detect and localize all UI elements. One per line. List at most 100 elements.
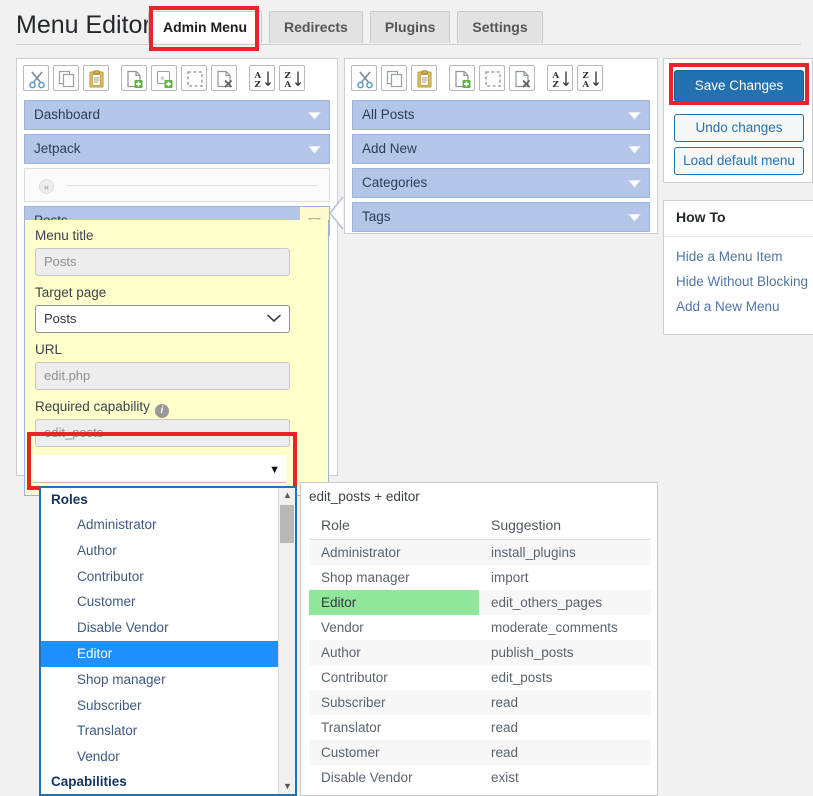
cell-suggestion: install_plugins [479, 540, 651, 566]
dropdown-scrollbar[interactable]: ▲ ▼ [278, 488, 295, 794]
submenu-item-label: All Posts [362, 101, 415, 129]
dropdown-caret-icon[interactable]: ▼ [269, 464, 280, 476]
cell-suggestion: edit_posts [479, 665, 651, 690]
cell-suggestion: exist [479, 765, 651, 790]
required-capability-input[interactable]: edit_posts [35, 419, 290, 447]
tab-admin-menu[interactable]: Admin Menu [148, 11, 262, 43]
dropdown-option[interactable]: Shop manager [41, 667, 281, 693]
paste-icon[interactable] [83, 65, 109, 91]
sort-descending-icon[interactable]: ZA [577, 65, 603, 91]
dropdown-option[interactable]: Administrator [41, 512, 281, 538]
menu-title-input[interactable]: Posts [35, 248, 290, 276]
submenu-item-categories[interactable]: Categories [352, 168, 650, 198]
menu-item-jetpack[interactable]: Jetpack [24, 134, 330, 164]
new-separator-icon[interactable]: « [151, 65, 177, 91]
table-row: Editoredit_others_pages [309, 590, 651, 615]
sort-ascending-icon[interactable]: AZ [249, 65, 275, 91]
svg-text:«: « [160, 74, 165, 83]
suggestions-title: edit_posts + editor [309, 489, 420, 504]
cell-suggestion: import [479, 565, 651, 590]
how-to-link[interactable]: Add a New Menu [676, 299, 780, 314]
cut-icon[interactable] [351, 65, 377, 91]
undo-changes-button[interactable]: Undo changes [674, 114, 804, 142]
submenu-toolbar: AZZA [351, 65, 607, 99]
actions-panel: Save Changes Undo changes Load default m… [663, 58, 813, 183]
separator-collapse-icon: « [39, 179, 54, 194]
new-menu-icon[interactable] [449, 65, 475, 91]
cell-role: Subscriber [309, 690, 479, 715]
submenu-item-toggle-icon[interactable] [620, 203, 649, 231]
cell-suggestion: publish_posts [479, 640, 651, 665]
save-changes-button[interactable]: Save Changes [674, 70, 804, 102]
sort-ascending-icon[interactable]: AZ [547, 65, 573, 91]
submenu-column-panel: AZZA All Posts Add New Categories Tags [344, 58, 658, 234]
delete-menu-icon[interactable] [509, 65, 535, 91]
menu-separator-row[interactable]: « [24, 168, 330, 202]
dropdown-option[interactable]: Editor [41, 641, 281, 667]
new-menu-icon[interactable] [121, 65, 147, 91]
tab-redirects[interactable]: Redirects [269, 11, 363, 43]
dropdown-option[interactable]: Subscriber [41, 693, 281, 719]
how-to-link[interactable]: Hide a Menu Item [676, 249, 783, 264]
cell-suggestion: read [479, 690, 651, 715]
capability-dropdown[interactable]: RolesAdministratorAuthorContributorCusto… [39, 486, 297, 796]
submenu-item-toggle-icon[interactable] [620, 169, 649, 197]
tab-settings[interactable]: Settings [457, 11, 542, 43]
dropdown-option[interactable]: Author [41, 538, 281, 564]
cell-role: Author [309, 640, 479, 665]
separator-line [67, 185, 317, 186]
page-title: Menu Editor [16, 10, 151, 40]
menu-item-dashboard[interactable]: Dashboard [24, 100, 330, 130]
submenu-item-list: All Posts Add New Categories Tags [352, 100, 650, 236]
load-default-menu-button[interactable]: Load default menu [674, 147, 804, 175]
how-to-link[interactable]: Hide Without Blocking [676, 274, 808, 289]
cell-suggestion: edit_others_pages [479, 590, 651, 615]
toggle-visibility-icon[interactable] [479, 65, 505, 91]
scroll-up-arrow-icon[interactable]: ▲ [279, 488, 296, 503]
dropdown-option[interactable]: Translator [41, 718, 281, 744]
submenu-item-toggle-icon[interactable] [620, 101, 649, 129]
submenu-item-all-posts[interactable]: All Posts [352, 100, 650, 130]
target-page-label: Target page [35, 285, 106, 300]
chevron-down-icon [267, 306, 281, 332]
submenu-item-tags[interactable]: Tags [352, 202, 650, 232]
menu-item-toggle-icon[interactable] [300, 101, 329, 129]
dropdown-option[interactable]: Contributor [41, 564, 281, 590]
submenu-item-label: Tags [362, 203, 391, 231]
target-page-select[interactable]: Posts [35, 305, 290, 333]
scrollbar-thumb[interactable] [280, 505, 294, 543]
cell-role: Disable Vendor [309, 765, 479, 790]
column-header-role: Role [309, 511, 479, 540]
cell-role: Shop manager [309, 565, 479, 590]
tab-bar-divider [16, 44, 801, 45]
sort-descending-icon[interactable]: ZA [279, 65, 305, 91]
submenu-item-label: Categories [362, 169, 427, 197]
table-row: Shop managerimport [309, 565, 651, 590]
table-row: Contributoredit_posts [309, 665, 651, 690]
extra-capability-combobox[interactable]: ▼ [33, 455, 286, 483]
menu-toolbar: « AZZA [23, 65, 309, 99]
delete-menu-icon[interactable] [211, 65, 237, 91]
dropdown-option[interactable]: Vendor [41, 744, 281, 770]
menu-item-label: Dashboard [34, 101, 100, 129]
tab-plugins[interactable]: Plugins [370, 11, 451, 43]
suggestions-table-body: Administratorinstall_pluginsShop manager… [309, 540, 651, 791]
toggle-visibility-icon[interactable] [181, 65, 207, 91]
required-capability-label-text: Required capability [35, 399, 150, 414]
table-row: Vendormoderate_comments [309, 615, 651, 640]
cut-icon[interactable] [23, 65, 49, 91]
info-icon[interactable]: i [155, 404, 169, 418]
submenu-item-add-new[interactable]: Add New [352, 134, 650, 164]
menu-item-toggle-icon[interactable] [300, 135, 329, 163]
paste-icon[interactable] [411, 65, 437, 91]
submenu-item-toggle-icon[interactable] [620, 135, 649, 163]
table-row: Translatorread [309, 715, 651, 740]
menu-title-label: Menu title [35, 228, 94, 243]
scroll-down-arrow-icon[interactable]: ▼ [279, 779, 296, 794]
dropdown-option[interactable]: Disable Vendor [41, 615, 281, 641]
copy-icon[interactable] [53, 65, 79, 91]
copy-icon[interactable] [381, 65, 407, 91]
url-input[interactable]: edit.php [35, 362, 290, 390]
column-header-suggestion: Suggestion [479, 511, 651, 540]
dropdown-option[interactable]: Customer [41, 589, 281, 615]
